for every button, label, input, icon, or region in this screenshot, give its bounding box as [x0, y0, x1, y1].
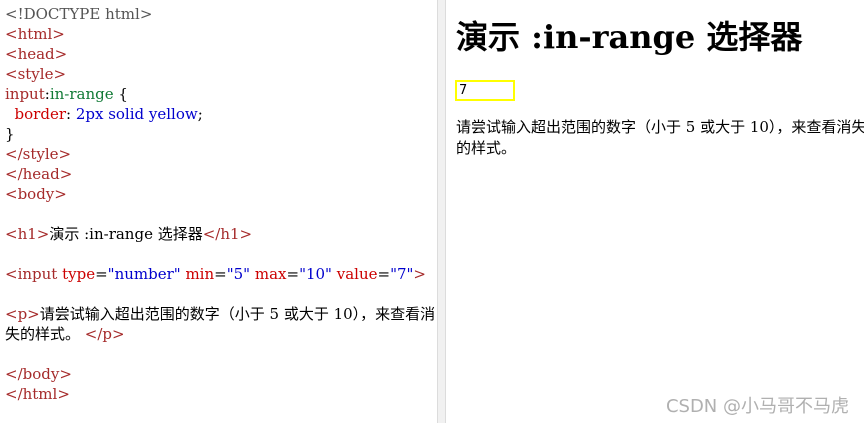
code-line-3: <head>: [5, 44, 435, 64]
number-input[interactable]: [455, 80, 515, 101]
input-open-tag: <input: [5, 265, 58, 283]
h1-text: 演示 :in-range 选择器: [49, 225, 203, 243]
code-line-16: <p>请尝试输入超出范围的数字（小于 5 或大于 10），来查看消: [5, 304, 435, 324]
code-line-10: <body>: [5, 184, 435, 204]
input-tag-end: >: [413, 265, 426, 283]
attr-value-value: "7": [390, 265, 414, 283]
style-close-tag: </style>: [5, 145, 72, 163]
code-line-8: </style>: [5, 144, 435, 164]
attr-type-value: "number": [107, 265, 181, 283]
attr-value: value: [336, 265, 378, 283]
code-line-6: border: 2px solid yellow;: [5, 104, 435, 124]
code-line-9: </head>: [5, 164, 435, 184]
code-line-4: <style>: [5, 64, 435, 84]
pane-splitter-handle[interactable]: [437, 0, 446, 423]
css-pseudo-class: in-range: [49, 85, 114, 103]
code-line-2: <html>: [5, 24, 435, 44]
css-prop-colon: :: [66, 105, 76, 123]
p-text-line-1: 请尝试输入超出范围的数字（小于 5 或大于 10），来查看消: [39, 305, 436, 323]
body-close-tag: </body>: [5, 365, 72, 383]
body-open-tag: <body>: [5, 185, 67, 203]
code-block: <!DOCTYPE html> <html> <head> <style> in…: [5, 4, 435, 404]
head-open-tag: <head>: [5, 45, 68, 63]
css-close-brace: }: [5, 125, 15, 143]
code-line-12: <h1>演示 :in-range 选择器</h1>: [5, 224, 435, 244]
code-line-1: <!DOCTYPE html>: [5, 4, 435, 24]
h1-open-tag: <h1>: [5, 225, 50, 243]
html-close-tag: </html>: [5, 385, 70, 403]
h1-close-tag: </h1>: [202, 225, 253, 243]
style-open-tag: <style>: [5, 65, 67, 83]
preview-heading: 演示 :in-range 选择器: [456, 18, 803, 56]
attr-max-value: "10": [299, 265, 332, 283]
code-line-20: </html>: [5, 384, 435, 404]
attr-min-value: "5": [226, 265, 251, 283]
code-line-7: }: [5, 124, 435, 144]
html-open-tag: <html>: [5, 25, 65, 43]
code-line-5: input:in-range {: [5, 84, 435, 104]
code-editor-pane[interactable]: <!DOCTYPE html> <html> <head> <style> in…: [0, 0, 437, 423]
head-close-tag: </head>: [5, 165, 73, 183]
preview-paragraph: 请尝试输入超出范围的数字（小于 5 或大于 10），来查看消失的样式。: [456, 118, 864, 157]
css-open-brace: {: [113, 85, 128, 103]
code-line-14: <input type="number" min="5" max="10" va…: [5, 265, 426, 283]
preview-pane: 演示 :in-range 选择器 请尝试输入超出范围的数字（小于 5 或大于 1…: [446, 0, 864, 423]
p-open-tag: <p>: [5, 305, 40, 323]
doctype-token: <!DOCTYPE html>: [5, 5, 153, 23]
attr-min: min: [185, 265, 215, 283]
watermark: CSDN @小马哥不马虎: [665, 396, 849, 417]
css-selector: input: [5, 85, 45, 103]
code-line-19: </body>: [5, 364, 435, 384]
code-line-17: 失的样式。 </p>: [5, 324, 435, 344]
attr-type: type: [62, 265, 96, 283]
css-semicolon: ;: [197, 105, 203, 123]
attr-max: max: [254, 265, 287, 283]
css-property: border: [14, 105, 66, 123]
css-value: 2px solid yellow: [75, 105, 198, 123]
p-text-line-2: 失的样式。: [5, 325, 85, 343]
p-close-tag: </p>: [84, 325, 125, 343]
